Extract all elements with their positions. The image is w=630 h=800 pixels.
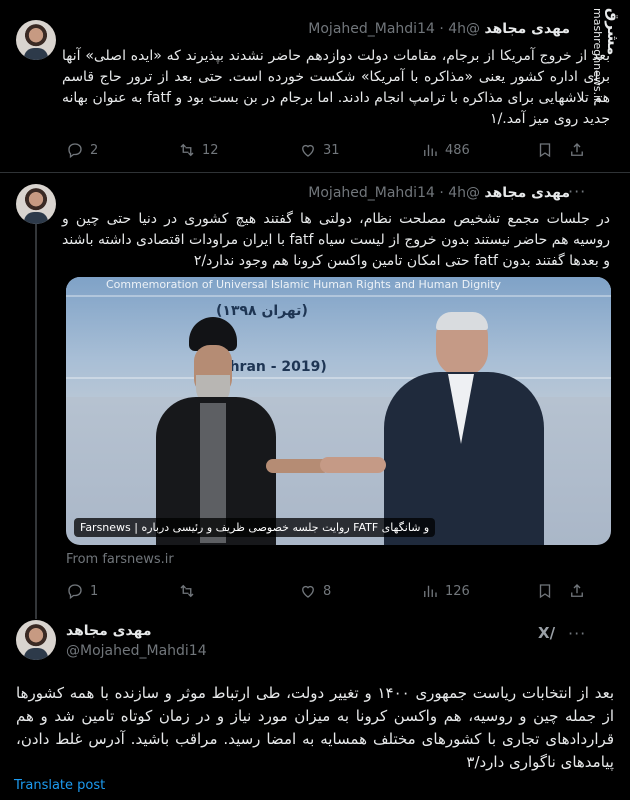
more-options-icon[interactable]: ··· (568, 624, 586, 643)
retweet-button[interactable]: 12 (178, 141, 219, 159)
reply-count: 1 (90, 583, 99, 599)
tweet-header: مهدی مجاهد @Mojahed_Mahdi14 · 4h (70, 20, 570, 38)
views-button[interactable]: 486 (421, 141, 470, 159)
handshake (266, 453, 386, 479)
tweet-header: مهدی مجاهد @Mojahed_Mahdi14 (66, 622, 207, 660)
views-count: 126 (445, 583, 470, 599)
avatar[interactable] (16, 620, 56, 660)
image-caption: و شانگهای FATF روایت جلسه خصوصی ظریف و ر… (74, 518, 436, 537)
reply-button[interactable]: 1 (66, 582, 98, 600)
banner-rule (66, 295, 611, 297)
views-button[interactable]: 126 (421, 582, 470, 600)
heart-icon (302, 585, 314, 598)
bookmark-button[interactable] (536, 582, 554, 600)
separator-dot: · (439, 185, 444, 201)
link-source[interactable]: From farsnews.ir (66, 552, 174, 567)
retweet-count: 12 (202, 142, 219, 158)
tweet-3[interactable]: مهدی مجاهد @Mojahed_Mahdi14 X/ ··· بعد ا… (0, 612, 630, 800)
bookmark-icon (539, 584, 551, 599)
tweet-1[interactable]: مهدی مجاهد @Mojahed_Mahdi14 · 4h بعد از … (0, 0, 630, 172)
reply-icon (68, 143, 82, 159)
share-icon (571, 584, 583, 597)
author-name[interactable]: مهدی مجاهد (484, 185, 570, 201)
person-left-figure (156, 317, 276, 545)
bookmark-button[interactable] (536, 141, 554, 159)
separator-dot: · (439, 21, 444, 37)
like-button[interactable]: 8 (299, 582, 331, 600)
author-name[interactable]: مهدی مجاهد (484, 21, 570, 37)
tweet-text: بعد از انتخابات ریاست جمهوری ۱۴۰۰ و تغیی… (16, 684, 615, 771)
like-button[interactable]: 31 (299, 141, 340, 159)
banner-english-text: Commemoration of Universal Islamic Human… (106, 278, 502, 291)
avatar[interactable] (16, 20, 56, 60)
reply-icon (68, 584, 82, 600)
heart-icon (302, 144, 314, 157)
reply-button[interactable]: 2 (66, 141, 98, 159)
share-button[interactable] (568, 582, 586, 600)
views-count: 486 (445, 142, 470, 158)
grok-icon[interactable]: X/ (538, 624, 555, 642)
timestamp[interactable]: 4h (448, 21, 466, 37)
like-count: 8 (323, 583, 332, 599)
tweet-text: در جلسات مجمع تشخیص مصلحت نظام، دولتی ها… (62, 211, 610, 269)
reply-count: 2 (90, 142, 99, 158)
more-options-icon[interactable]: ··· (568, 182, 586, 201)
like-count: 31 (323, 142, 340, 158)
author-name[interactable]: مهدی مجاهد (66, 622, 207, 640)
person-right-figure (384, 312, 544, 545)
share-button[interactable] (568, 141, 586, 159)
retweet-icon (180, 143, 194, 157)
views-icon (424, 585, 437, 597)
retweet-icon (180, 584, 194, 598)
tweet-text: بعد از خروج آمریکا از برجام، مقامات دولت… (62, 48, 610, 127)
action-bar: 2 12 31 486 (66, 141, 596, 161)
retweet-button[interactable] (178, 582, 202, 600)
action-bar: 1 8 126 (66, 582, 596, 602)
author-handle[interactable]: @Mojahed_Mahdi14 (66, 642, 207, 660)
timestamp[interactable]: 4h (448, 185, 466, 201)
translate-post-link[interactable]: Translate post (14, 778, 105, 793)
link-card-image[interactable]: Commemoration of Universal Islamic Human… (66, 277, 611, 545)
bookmark-icon (539, 143, 551, 158)
avatar[interactable] (16, 184, 56, 224)
views-icon (424, 144, 437, 156)
tweet-header: مهدی مجاهد @Mojahed_Mahdi14 · 4h (70, 184, 570, 202)
share-icon (571, 143, 583, 156)
